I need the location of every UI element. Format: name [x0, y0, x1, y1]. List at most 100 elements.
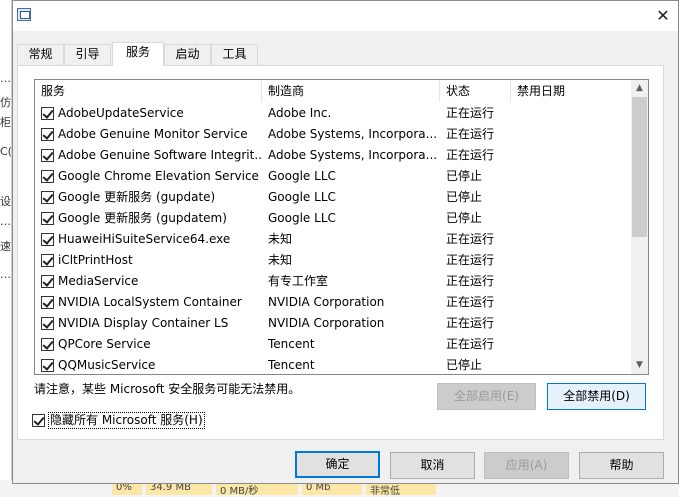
- service-manufacturer: Google LLC: [268, 211, 336, 225]
- service-manufacturer: 有专工作室: [268, 274, 329, 288]
- vertical-scrollbar[interactable]: ▲ ▼: [631, 80, 648, 374]
- table-row[interactable]: Adobe Genuine Software Integrit... Adobe …: [35, 145, 633, 166]
- table-row[interactable]: Google Chrome Elevation Service Google LL…: [35, 166, 633, 187]
- chevron-down-icon: ▼: [636, 360, 643, 370]
- scroll-up-button[interactable]: ▲: [631, 80, 648, 97]
- column-header-service[interactable]: 服务: [35, 80, 262, 102]
- service-status: 正在运行: [446, 127, 495, 141]
- service-name: iCltPrintHost: [58, 253, 133, 267]
- column-header-status[interactable]: 状态: [440, 80, 511, 102]
- service-name: Google 更新服务 (gupdatem): [58, 211, 227, 225]
- cancel-button[interactable]: 取消: [390, 452, 475, 479]
- service-checkbox[interactable]: [41, 296, 54, 309]
- service-status: 正在运行: [446, 106, 495, 120]
- service-status: 正在运行: [446, 337, 495, 351]
- service-checkbox[interactable]: [41, 275, 54, 288]
- system-configuration-dialog: ✕ 常规 引导 服务 启动 工具 服务 制造商 状态 禁用日期 AdobeUpd…: [12, 0, 679, 484]
- table-row[interactable]: iCltPrintHost 未知 正在运行: [35, 250, 633, 271]
- scroll-down-button[interactable]: ▼: [631, 357, 648, 374]
- service-checkbox[interactable]: [41, 149, 54, 162]
- service-status: 正在运行: [446, 295, 495, 309]
- table-row[interactable]: Google 更新服务 (gupdate) Google LLC 已停止: [35, 187, 633, 208]
- help-button[interactable]: 帮助: [579, 452, 664, 479]
- service-name: Adobe Genuine Monitor Service: [58, 127, 248, 141]
- disable-all-button[interactable]: 全部禁用(D): [547, 383, 646, 410]
- scroll-thumb[interactable]: [632, 97, 647, 237]
- background-text: …: [0, 268, 11, 281]
- service-manufacturer: 未知: [268, 253, 293, 267]
- service-status: 正在运行: [446, 253, 495, 267]
- table-row[interactable]: HuaweiHiSuiteService64.exe 未知 正在运行: [35, 229, 633, 250]
- service-name: NVIDIA Display Container LS: [58, 316, 229, 330]
- background-text: 仿: [0, 96, 11, 109]
- service-manufacturer: NVIDIA Corporation: [268, 295, 385, 309]
- service-checkbox[interactable]: [41, 191, 54, 204]
- ok-button[interactable]: 确定: [295, 451, 380, 478]
- tab-general[interactable]: 常规: [17, 44, 64, 65]
- table-row[interactable]: Adobe Genuine Monitor Service Adobe Syste…: [35, 124, 633, 145]
- service-name: Adobe Genuine Software Integrit...: [58, 148, 263, 162]
- service-manufacturer: NVIDIA Corporation: [268, 316, 385, 330]
- tab-services[interactable]: 服务: [112, 42, 164, 66]
- close-button[interactable]: ✕: [648, 1, 678, 31]
- background-text: 速: [0, 240, 11, 253]
- service-name: AdobeUpdateService: [58, 106, 184, 120]
- service-manufacturer: Adobe Systems, Incorpora...: [268, 148, 438, 162]
- table-row[interactable]: QQMusicService Tencent 已停止: [35, 355, 633, 374]
- service-status: 已停止: [446, 358, 483, 372]
- table-row[interactable]: MediaService 有专工作室 正在运行: [35, 271, 633, 292]
- table-row[interactable]: Google 更新服务 (gupdatem) Google LLC 已停止: [35, 208, 633, 229]
- service-checkbox[interactable]: [41, 212, 54, 225]
- background-window-edge: … 仿 柜 C( 设 …… 速 …: [0, 0, 22, 497]
- tab-tools[interactable]: 工具: [211, 44, 258, 65]
- services-panel: 服务 制造商 状态 禁用日期 AdobeUpdateService Adobe I…: [17, 65, 664, 440]
- background-text: 柜: [0, 116, 11, 129]
- table-row[interactable]: AdobeUpdateService Adobe Inc. 正在运行: [35, 103, 633, 124]
- services-list[interactable]: 服务 制造商 状态 禁用日期 AdobeUpdateService Adobe I…: [34, 79, 649, 375]
- background-text: …: [0, 72, 11, 85]
- column-header-manufacturer[interactable]: 制造商: [262, 80, 440, 102]
- table-row[interactable]: QPCore Service Tencent 正在运行: [35, 334, 633, 355]
- service-checkbox[interactable]: [41, 359, 54, 372]
- service-status: 正在运行: [446, 232, 495, 246]
- chevron-up-icon: ▲: [636, 83, 643, 93]
- service-manufacturer: Tencent: [268, 358, 315, 372]
- service-checkbox[interactable]: [41, 107, 54, 120]
- service-checkbox[interactable]: [41, 128, 54, 141]
- list-header: 服务 制造商 状态 禁用日期: [35, 80, 633, 102]
- service-status: 正在运行: [446, 274, 495, 288]
- background-text: C(: [0, 145, 12, 158]
- service-status: 已停止: [446, 169, 483, 183]
- security-note: 请注意，某些 Microsoft 安全服务可能无法禁用。: [34, 382, 301, 396]
- service-manufacturer: Tencent: [268, 337, 315, 351]
- service-manufacturer: 未知: [268, 232, 293, 246]
- hide-microsoft-services-label[interactable]: 隐藏所有 Microsoft 服务(H): [48, 412, 205, 429]
- service-manufacturer: Adobe Inc.: [268, 106, 332, 120]
- service-checkbox[interactable]: [41, 338, 54, 351]
- close-icon: ✕: [656, 6, 670, 25]
- service-manufacturer: Adobe Systems, Incorpora...: [268, 127, 438, 141]
- service-status: 正在运行: [446, 148, 495, 162]
- msconfig-icon: [17, 8, 31, 21]
- service-name: Google Chrome Elevation Service: [58, 169, 259, 183]
- service-status: 已停止: [446, 190, 483, 204]
- hide-microsoft-services-checkbox[interactable]: [32, 414, 45, 427]
- tab-startup[interactable]: 启动: [164, 44, 211, 65]
- service-status: 正在运行: [446, 316, 495, 330]
- service-checkbox[interactable]: [41, 317, 54, 330]
- service-name: HuaweiHiSuiteService64.exe: [58, 232, 231, 246]
- service-checkbox[interactable]: [41, 233, 54, 246]
- table-row[interactable]: NVIDIA LocalSystem Container NVIDIA Corpo…: [35, 292, 633, 313]
- service-checkbox[interactable]: [41, 254, 54, 267]
- tab-boot[interactable]: 引导: [64, 44, 111, 65]
- service-name: QPCore Service: [58, 337, 151, 351]
- column-header-disabled-date[interactable]: 禁用日期: [511, 80, 633, 102]
- title-bar: ✕: [13, 1, 678, 31]
- service-checkbox[interactable]: [41, 170, 54, 183]
- apply-button[interactable]: 应用(A): [484, 452, 569, 479]
- table-row[interactable]: NVIDIA Display Container LS NVIDIA Corpor…: [35, 313, 633, 334]
- service-manufacturer: Google LLC: [268, 169, 336, 183]
- service-manufacturer: Google LLC: [268, 190, 336, 204]
- enable-all-button[interactable]: 全部启用(E): [437, 383, 536, 410]
- service-rows: AdobeUpdateService Adobe Inc. 正在运行 Adobe Ge…: [35, 103, 633, 374]
